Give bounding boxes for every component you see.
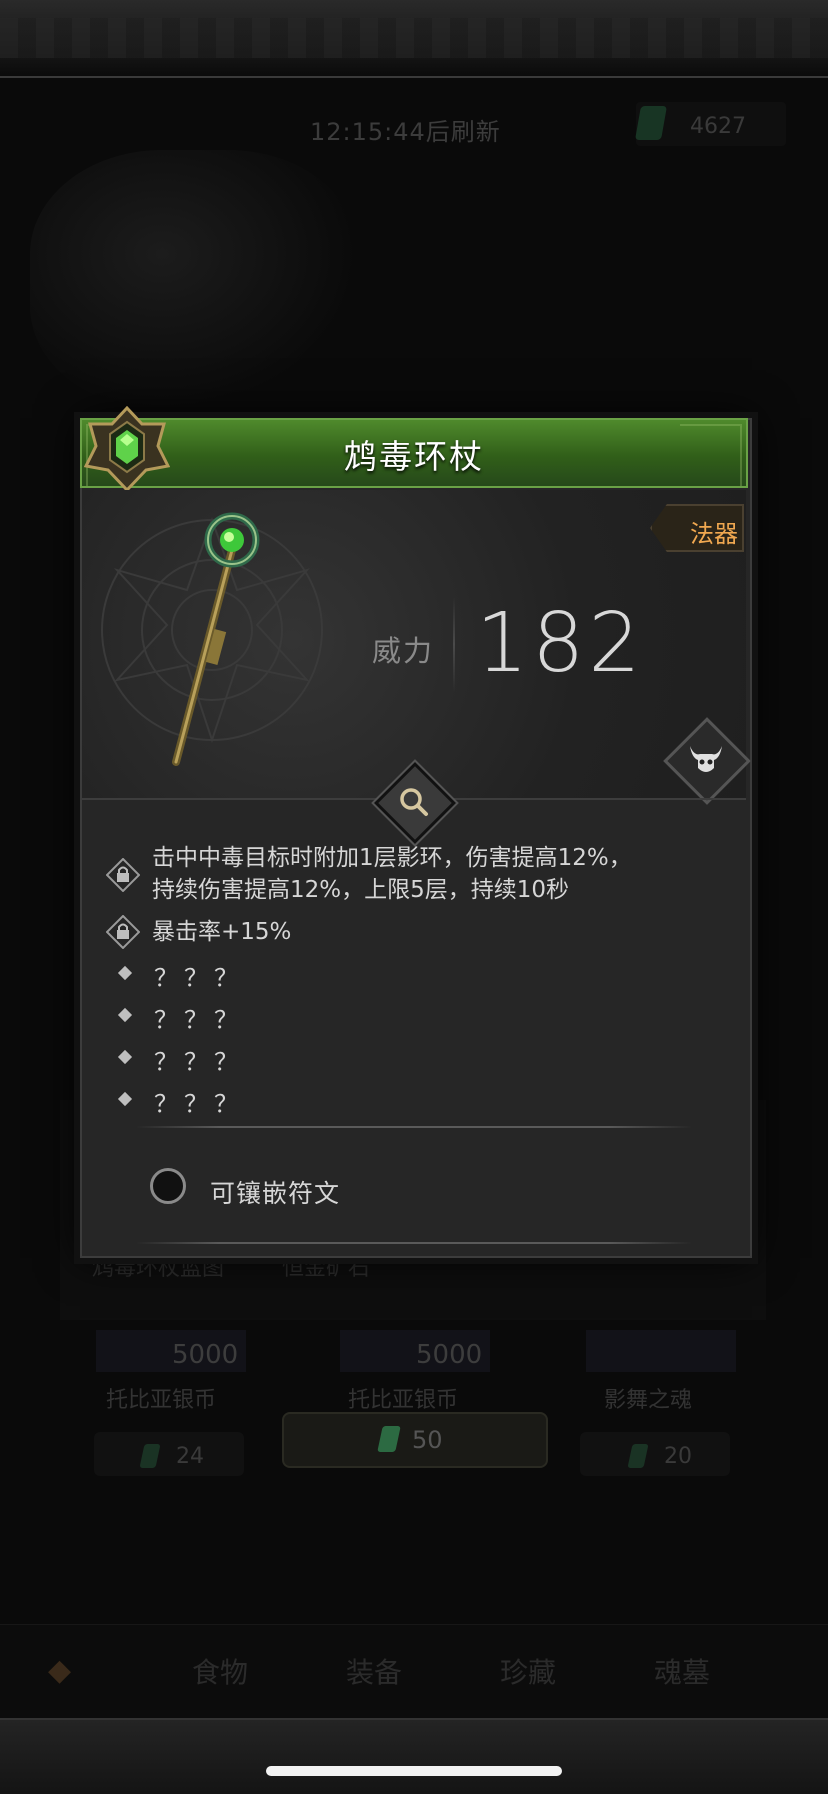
hero-portrait [30,150,360,410]
rune-socket-label: 可镶嵌符文 [210,1179,341,1208]
home-indicator[interactable] [266,1766,562,1776]
shop-item-1-amount: 5000 [172,1340,239,1370]
shop-item-2-name: 托比亚银币 [348,1388,459,1413]
power-label: 威力 [372,634,435,668]
shop-item-1-price: 24 [176,1444,204,1469]
top-bar [0,0,828,78]
separator [136,1242,692,1244]
shop-item-3-price-box [580,1432,730,1476]
shop-item-3-name: 影舞之魂 [604,1388,693,1413]
shop-item-3-price: 20 [664,1444,692,1469]
buy-price: 50 [412,1426,443,1454]
effect-1-line-1: 击中中毒目标时附加1层影环，伤害提高12%， [152,845,632,871]
power-divider [453,596,455,692]
rune-socket-checkbox[interactable] [150,1168,186,1204]
bottom-nav: ◆ 食物 装备 珍藏 魂墓 [0,1624,828,1719]
shop-item-1-price-box [94,1432,244,1476]
effect-1-line-2: 持续伤害提高12%，上限5层，持续10秒 [152,877,570,903]
tab-equipment: 装备 [346,1656,403,1689]
item-name: 鸩毒环杖 [344,437,484,476]
bull-skull-icon [690,746,722,772]
shop-item-1-name: 托比亚银币 [106,1388,217,1413]
currency-count: 4627 [690,114,746,139]
green-gem-emblem-icon [84,406,170,492]
effect-2: 暴击率+15% [152,919,292,945]
power-value: 182 [476,596,645,691]
unknown-effect: ？？？ [154,1006,244,1034]
shop-item-3 [586,1330,736,1372]
nav-back-icon: ◆ [48,1653,72,1688]
tab-food: 食物 [192,1656,249,1689]
shop-item-2-amount: 5000 [416,1340,483,1370]
refresh-timer: 12:15:44后刷新 [310,118,501,146]
tab-soul-tomb: 魂墓 [654,1656,711,1689]
bottom-bar [0,1718,828,1794]
lock-icon [106,915,140,949]
category-label: 法器 [690,520,738,548]
lock-icon [106,858,140,892]
unknown-effect: ？？？ [154,1090,244,1118]
unknown-effect: ？？？ [154,964,244,992]
tab-collection: 珍藏 [500,1656,557,1689]
currency-icon [377,1426,401,1452]
separator [136,1126,692,1128]
buy-button: 50 [282,1412,548,1468]
item-staff-icon [172,512,260,766]
magnifier-icon[interactable] [394,782,434,822]
unknown-effect: ？？？ [154,1048,244,1076]
